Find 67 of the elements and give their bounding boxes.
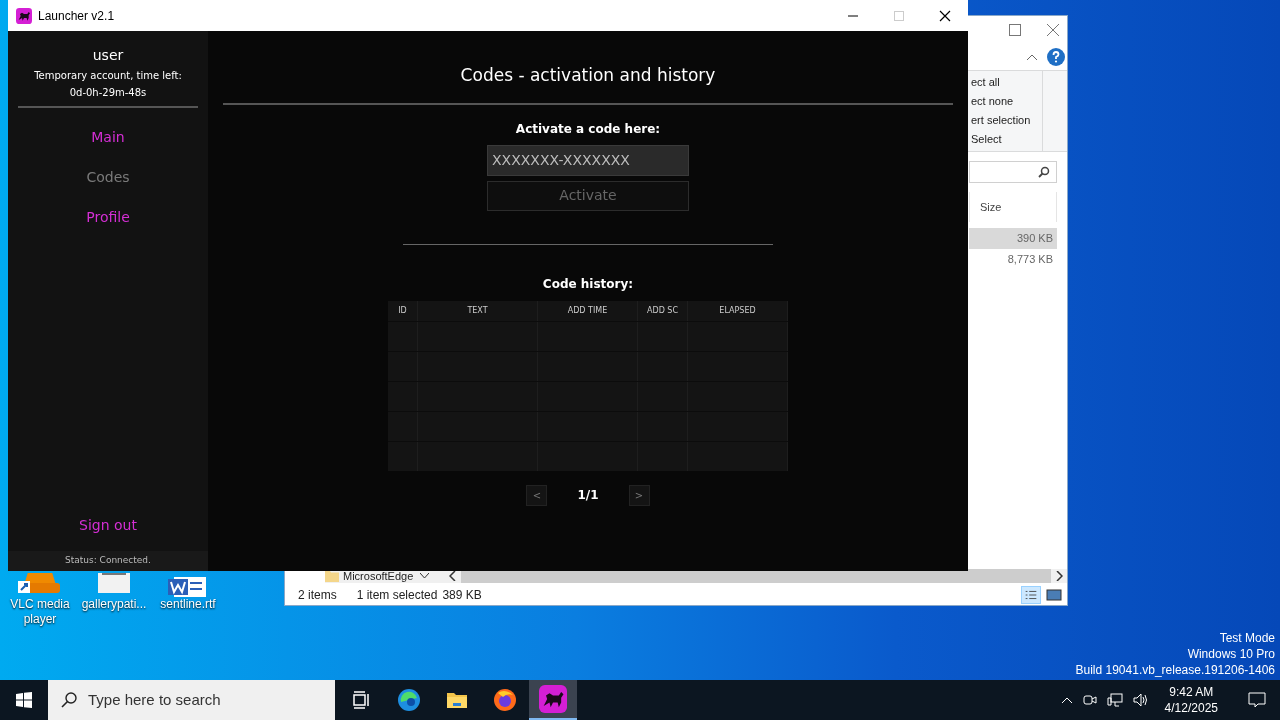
horse-logo-icon	[16, 7, 32, 24]
code-input-field[interactable]: XXXXXXX-XXXXXXX	[487, 144, 689, 176]
nav-link[interactable]: Profile	[86, 206, 130, 228]
file-size-cell[interactable]: 390 KB	[969, 228, 1057, 249]
column-header: TEXT	[418, 300, 538, 321]
column-header: ID	[388, 300, 418, 321]
window-title: Launcher v2.1	[38, 7, 115, 25]
page-heading: Codes - activation and history	[460, 64, 716, 87]
ribbon-command[interactable]: ect all	[971, 74, 1042, 91]
network-icon[interactable]	[1106, 693, 1123, 707]
page-indicator: 1/1	[577, 487, 599, 504]
thumbnail-view-icon[interactable]	[1046, 587, 1062, 602]
help-icon[interactable]	[1047, 48, 1065, 66]
windows-logo-icon	[16, 692, 32, 708]
previous-page-button[interactable]: <	[526, 484, 548, 506]
ribbon-command[interactable]: ect none	[971, 93, 1042, 110]
fox-globe-icon	[493, 688, 517, 712]
time-left-text: 0d-0h-29m-48s	[69, 86, 147, 100]
close-icon[interactable]	[1047, 24, 1059, 36]
scroll-right-icon[interactable]	[1055, 571, 1063, 581]
task-view-icon	[351, 690, 371, 710]
activate-label: Activate a code here:	[515, 120, 661, 138]
browser-swirl-icon	[397, 688, 421, 712]
nav-link[interactable]: Codes	[86, 166, 130, 188]
notification-icon[interactable]	[1248, 692, 1266, 708]
maximize-icon	[894, 10, 904, 21]
status-text: 389 KB	[442, 586, 482, 604]
chevron-down-icon[interactable]	[420, 573, 430, 579]
clock[interactable]: 9:42 AM 4/12/2025	[1158, 684, 1224, 716]
nav-link[interactable]: Main	[91, 126, 125, 148]
desktop-shortcut[interactable]: gallerypati...	[78, 573, 150, 627]
status-text: 1 item selected	[356, 586, 438, 604]
search-icon	[1038, 166, 1050, 178]
search-placeholder: Type here to search	[88, 689, 221, 710]
scroll-left-icon[interactable]	[449, 571, 457, 581]
username-text: user	[92, 46, 124, 65]
search-field[interactable]	[969, 161, 1057, 183]
details-view-icon[interactable]	[1021, 585, 1041, 604]
horse-logo-icon	[539, 685, 567, 713]
column-header[interactable]: Size	[969, 192, 1057, 222]
chevron-up-icon[interactable]	[1060, 696, 1073, 704]
system-watermark-text: Windows 10 Pro	[1187, 646, 1275, 662]
ribbon-command[interactable]: Select	[971, 131, 1042, 148]
maximize-icon[interactable]	[1009, 24, 1021, 36]
account-note-text: Temporary account, time left:	[34, 69, 182, 83]
column-header: ADD SC	[638, 300, 688, 321]
status-text: Status: Connected.	[65, 554, 151, 568]
speaker-icon[interactable]	[1132, 693, 1149, 707]
status-text: 2 items	[298, 586, 337, 604]
history-label: Code history:	[542, 275, 634, 293]
ribbon-command[interactable]: ert selection	[971, 112, 1042, 129]
search-icon	[60, 691, 78, 709]
desktop-shortcut[interactable]: sentline.rtf	[152, 573, 224, 627]
system-watermark-text: Build 19041.vb_release.191206-1406	[1075, 662, 1275, 678]
next-page-button[interactable]: >	[628, 484, 650, 506]
clock-date: 4/12/2025	[1164, 700, 1218, 716]
taskbar-app-button[interactable]	[529, 680, 577, 720]
system-watermark-text: Test Mode	[1219, 630, 1275, 646]
file-size-cell[interactable]: 8,773 KB	[969, 249, 1057, 270]
clock-time: 9:42 AM	[1169, 684, 1214, 700]
collapse-ribbon-icon[interactable]	[1027, 54, 1037, 60]
column-header: ADD TIME	[538, 300, 638, 321]
camera-icon[interactable]	[1082, 693, 1097, 707]
navigation-item[interactable]: MicrosoftEdge	[325, 570, 445, 582]
column-header: ELAPSED	[688, 300, 788, 321]
search-field[interactable]: Type here to search	[48, 680, 335, 720]
sign-out-link[interactable]: Sign out	[79, 515, 137, 536]
